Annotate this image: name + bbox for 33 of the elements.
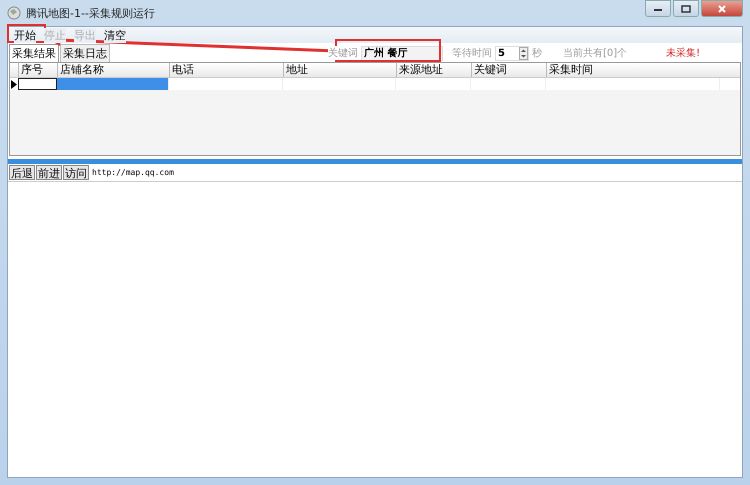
column-header[interactable]: 序号 [18,63,57,77]
minimize-button[interactable] [645,0,671,17]
url-text: http://map.qq.com [92,168,174,177]
nav-button[interactable]: 后退 [9,165,35,180]
menu-item[interactable]: 开始 [14,28,36,42]
column-header[interactable]: 关键词 [471,63,546,77]
tab[interactable]: 采集结果 [9,44,59,62]
status-label: 未采集! [666,46,700,60]
maximize-icon [681,4,691,12]
keyword-field[interactable]: 广州 餐厅 [361,46,443,60]
unit-label: 秒 [532,46,542,60]
globe-icon [7,6,21,20]
menu-item[interactable]: 清空 [104,28,126,42]
highlight-frame [7,24,46,43]
wait-time-label: 等待时间 [452,46,492,60]
window-title: 腾讯地图-1--采集规则运行 [26,6,155,20]
close-button[interactable] [701,0,743,17]
column-header[interactable]: 店铺名称 [57,63,169,77]
keyword-label: 关键词 [328,46,358,60]
column-header[interactable]: 来源地址 [396,63,471,77]
table-cell[interactable] [18,78,57,90]
spin-arrows-icon [519,46,528,60]
splitter[interactable] [8,159,742,164]
tab[interactable]: 采集日志 [60,44,110,62]
nav-button[interactable]: 前进 [36,165,62,180]
count-label: 当前共有[0]个 [563,46,628,60]
column-header[interactable]: 电话 [169,63,283,77]
wait-time-spinner[interactable]: 5 [495,46,529,60]
column-header[interactable]: 地址 [283,63,396,77]
nav-button[interactable]: 访问 [63,165,89,180]
close-icon [717,4,727,12]
maximize-button[interactable] [673,0,699,17]
column-header[interactable]: 采集时间 [546,63,720,77]
